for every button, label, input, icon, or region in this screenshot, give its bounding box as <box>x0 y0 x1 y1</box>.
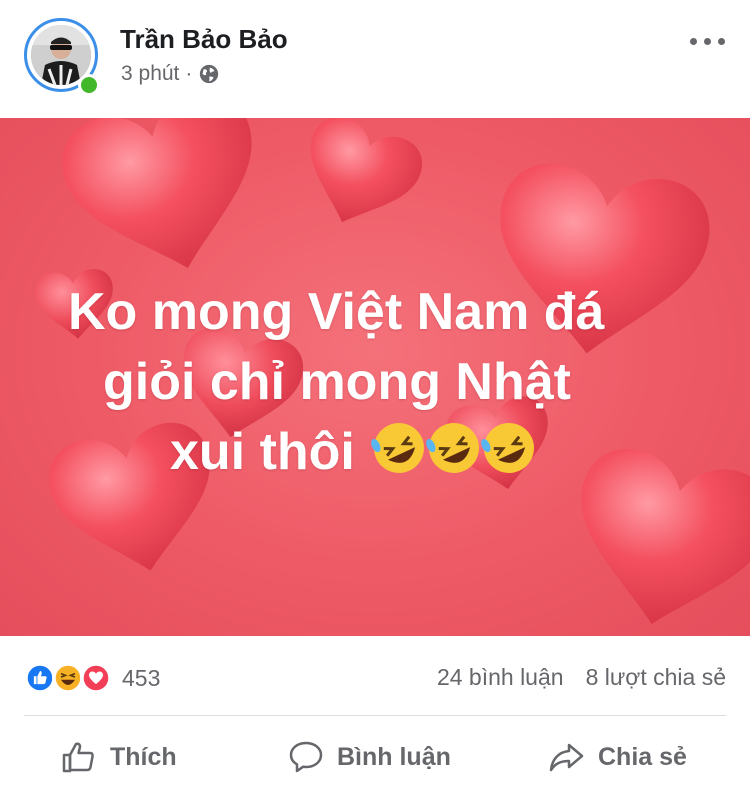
rofl-emoji <box>371 422 425 473</box>
heart-shape <box>557 440 750 636</box>
share-label: Chia sẻ <box>598 742 687 771</box>
post-text-line: giỏi chỉ mong Nhật <box>103 353 571 411</box>
post-header: Trần Bảo Bảo 3 phút · <box>0 0 750 118</box>
like-label: Thích <box>110 742 177 771</box>
rofl-emoji <box>481 422 535 473</box>
timestamp[interactable]: 3 phút <box>121 62 179 86</box>
comment-bubble-icon <box>289 741 323 773</box>
post-meta: 3 phút · <box>121 62 220 86</box>
shares-count-link[interactable]: 8 lượt chia sẻ <box>586 664 726 691</box>
more-dot-icon <box>690 38 697 45</box>
comment-button[interactable]: Bình luận <box>287 738 451 776</box>
post-text-line: Ko mong Việt Nam đá <box>68 283 605 341</box>
comments-count-link[interactable]: 24 bình luận <box>437 664 564 691</box>
post-image[interactable]: Ko mong Việt Nam đá giỏi chỉ mong Nhật x… <box>0 118 750 636</box>
globe-icon[interactable] <box>198 63 220 85</box>
more-dot-icon <box>704 38 711 45</box>
emoji-group <box>369 418 539 493</box>
heart-shape <box>288 118 430 242</box>
engagement-stats: 24 bình luận 8 lượt chia sẻ <box>437 664 726 691</box>
comment-label: Bình luận <box>337 742 451 771</box>
avatar[interactable] <box>24 18 104 98</box>
author-name[interactable]: Trần Bảo Bảo <box>120 24 288 55</box>
online-status-dot <box>78 74 100 96</box>
thumbs-up-icon <box>62 742 94 773</box>
reactions-summary[interactable]: 453 <box>24 662 160 694</box>
post-text-line-3: xui thôi <box>170 423 355 481</box>
share-button[interactable]: Chia sẻ <box>548 738 687 776</box>
reaction-count: 453 <box>122 664 161 691</box>
action-bar: Thích Bình luận Chia sẻ <box>0 726 750 790</box>
divider <box>24 715 726 716</box>
rofl-emoji <box>426 422 480 473</box>
love-reaction-icon <box>80 662 112 694</box>
more-dot-icon <box>718 38 725 45</box>
rofl-emoji-icons <box>371 422 535 473</box>
post-text-line: xui thôi <box>170 416 539 493</box>
share-arrow-icon <box>549 743 584 772</box>
heart-shape <box>51 118 281 293</box>
like-button[interactable]: Thích <box>60 738 177 776</box>
meta-separator: · <box>185 62 193 85</box>
more-options-button[interactable] <box>690 38 725 45</box>
